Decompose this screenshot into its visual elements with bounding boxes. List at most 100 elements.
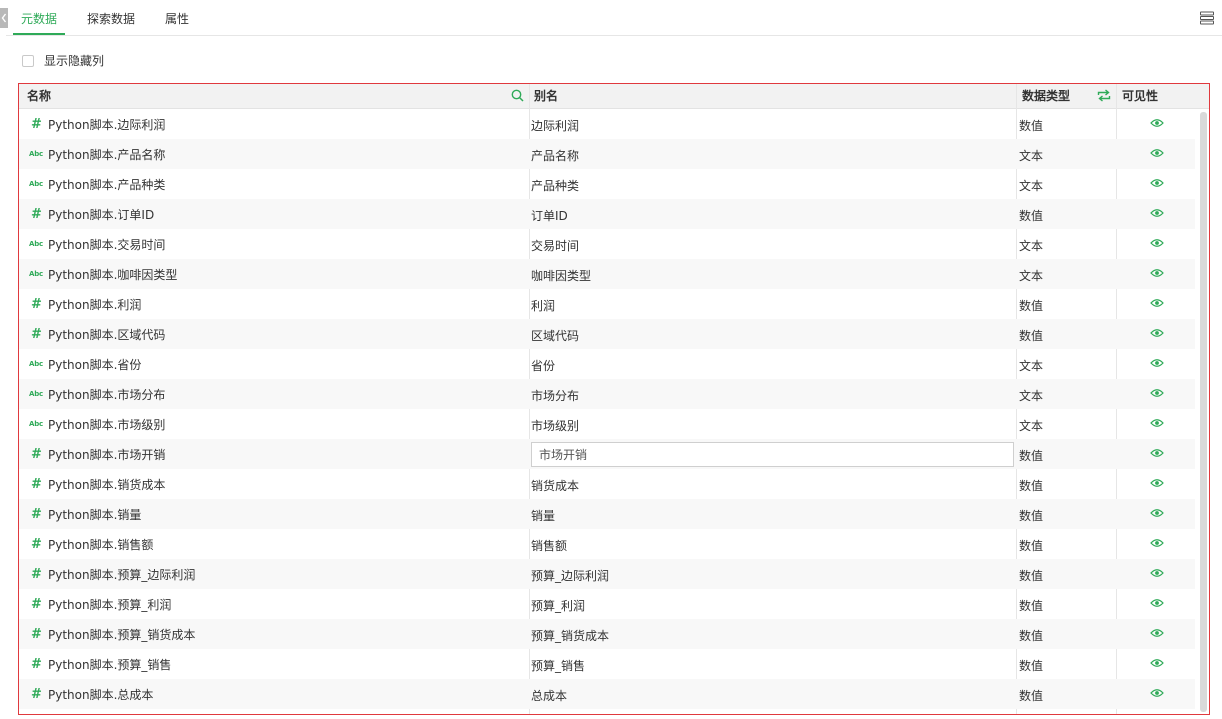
field-name-cell: # Python脚本.边际利润 — [29, 109, 165, 139]
table-row[interactable]: # Python脚本.总成本 总成本 数值 — [19, 679, 1195, 709]
eye-icon[interactable] — [1150, 297, 1164, 311]
list-menu-icon[interactable] — [1200, 11, 1214, 25]
table-row[interactable]: Abc Python脚本.交易时间 交易时间 文本 — [19, 229, 1195, 259]
data-type-cell[interactable]: 数值 — [1019, 327, 1043, 344]
data-type-cell[interactable]: 文本 — [1019, 267, 1043, 284]
table-row[interactable]: # Python脚本.预算_利润 预算_利润 数值 — [19, 589, 1195, 619]
alias-cell[interactable]: 利润 — [531, 297, 555, 314]
header-data-type: 数据类型 — [1022, 89, 1071, 103]
table-row[interactable]: Abc Python脚本.市场分布 市场分布 文本 — [19, 379, 1195, 409]
alias-input[interactable] — [531, 442, 1014, 467]
data-type-cell[interactable]: 文本 — [1019, 357, 1043, 374]
table-row[interactable]: Abc Python脚本.市场级别 市场级别 文本 — [19, 409, 1195, 439]
table-row[interactable]: # Python脚本.利润 利润 数值 — [19, 289, 1195, 319]
alias-cell[interactable]: 总成本 — [531, 687, 567, 704]
alias-cell[interactable]: 销售额 — [531, 537, 567, 554]
eye-icon[interactable] — [1150, 537, 1164, 551]
field-name: Python脚本.产品种类 — [48, 177, 166, 192]
alias-cell[interactable]: 预算_销售 — [531, 657, 585, 674]
data-type-cell[interactable]: 文本 — [1019, 387, 1043, 404]
data-type-cell[interactable]: 数值 — [1019, 117, 1043, 134]
table-row[interactable]: # Python脚本.预算_销售 预算_销售 数值 — [19, 649, 1195, 679]
eye-icon[interactable] — [1150, 267, 1164, 281]
eye-icon[interactable] — [1150, 627, 1164, 641]
number-type-icon: # — [31, 536, 42, 552]
data-type-cell[interactable]: 数值 — [1019, 507, 1043, 524]
tab-properties[interactable]: 属性 — [165, 10, 189, 35]
table-row[interactable]: # Python脚本.市场开销 数值 — [19, 439, 1195, 469]
data-type-cell[interactable]: 文本 — [1019, 177, 1043, 194]
eye-icon[interactable] — [1150, 447, 1164, 461]
data-type-cell[interactable]: 数值 — [1019, 687, 1043, 704]
eye-icon[interactable] — [1150, 507, 1164, 521]
eye-icon[interactable] — [1150, 477, 1164, 491]
table-row[interactable]: Abc Python脚本.产品名称 产品名称 文本 — [19, 139, 1195, 169]
table-row[interactable]: # Python脚本.预算_销货成本 预算_销货成本 数值 — [19, 619, 1195, 649]
table-row[interactable]: # Python脚本.销售额 销售额 数值 — [19, 529, 1195, 559]
alias-cell[interactable]: 区域代码 — [531, 327, 579, 344]
alias-cell[interactable]: 产品名称 — [531, 147, 579, 164]
eye-icon[interactable] — [1150, 387, 1164, 401]
data-type-cell[interactable]: 数值 — [1019, 477, 1043, 494]
eye-icon[interactable] — [1150, 237, 1164, 251]
table-row[interactable]: Abc Python脚本.省份 省份 文本 — [19, 349, 1195, 379]
eye-icon[interactable] — [1150, 417, 1164, 431]
text-type-icon: Abc — [29, 150, 43, 158]
table-row[interactable]: # Python脚本.销货成本 销货成本 数值 — [19, 469, 1195, 499]
eye-icon[interactable] — [1150, 687, 1164, 701]
table-row[interactable]: # Python脚本.区域代码 区域代码 数值 — [19, 319, 1195, 349]
eye-icon[interactable] — [1150, 327, 1164, 341]
field-name: Python脚本.预算_边际利润 — [48, 567, 196, 582]
alias-cell[interactable]: 咖啡因类型 — [531, 267, 591, 284]
table-header: 名称 别名 数据类型 可见性 — [19, 84, 1209, 109]
table-row[interactable]: # Python脚本.边际利润 边际利润 数值 — [19, 109, 1195, 139]
alias-cell[interactable]: 预算_销货成本 — [531, 627, 609, 644]
search-icon[interactable] — [511, 89, 524, 102]
table-row[interactable]: Abc Python脚本.咖啡因类型 咖啡因类型 文本 — [19, 259, 1195, 289]
eye-icon[interactable] — [1150, 177, 1164, 191]
eye-icon[interactable] — [1150, 657, 1164, 671]
alias-cell[interactable]: 销量 — [531, 507, 555, 524]
data-type-cell[interactable]: 文本 — [1019, 147, 1043, 164]
data-type-cell[interactable]: 文本 — [1019, 237, 1043, 254]
data-type-cell[interactable]: 文本 — [1019, 417, 1043, 434]
data-type-cell[interactable]: 数值 — [1019, 297, 1043, 314]
alias-cell[interactable]: 市场级别 — [531, 417, 579, 434]
data-type-cell[interactable]: 数值 — [1019, 567, 1043, 584]
table-row[interactable]: # Python脚本.销量 销量 数值 — [19, 499, 1195, 529]
alias-cell[interactable]: 产品种类 — [531, 177, 579, 194]
show-hidden-columns[interactable]: 显示隐藏列 — [22, 52, 104, 69]
table-row[interactable]: Abc Python脚本.产品种类 产品种类 文本 — [19, 169, 1195, 199]
alias-cell[interactable]: 边际利润 — [531, 117, 579, 134]
data-type-cell[interactable]: 数值 — [1019, 597, 1043, 614]
alias-cell[interactable]: 省份 — [531, 357, 555, 374]
tab-explore-data[interactable]: 探索数据 — [87, 10, 135, 35]
eye-icon[interactable] — [1150, 567, 1164, 581]
eye-icon[interactable] — [1150, 117, 1164, 131]
data-type-cell[interactable]: 数值 — [1019, 447, 1043, 464]
eye-icon[interactable] — [1150, 597, 1164, 611]
show-hidden-columns-checkbox[interactable] — [22, 54, 34, 67]
vertical-scrollbar[interactable] — [1200, 112, 1207, 712]
tab-metadata[interactable]: 元数据 — [13, 10, 66, 35]
table-row[interactable]: # Python脚本.预算_边际利润 预算_边际利润 数值 — [19, 559, 1195, 589]
alias-cell[interactable]: 订单ID — [531, 207, 568, 224]
swap-icon[interactable] — [1097, 89, 1111, 102]
alias-cell[interactable]: 市场分布 — [531, 387, 579, 404]
data-type-cell[interactable]: 数值 — [1019, 657, 1043, 674]
field-name: Python脚本.销货成本 — [48, 477, 166, 492]
table-row[interactable]: # Python脚本.订单ID 订单ID 数值 — [19, 199, 1195, 229]
data-type-cell[interactable]: 数值 — [1019, 537, 1043, 554]
alias-cell[interactable]: 预算_边际利润 — [531, 567, 609, 584]
eye-icon[interactable] — [1150, 357, 1164, 371]
eye-icon[interactable] — [1150, 147, 1164, 161]
data-type-cell[interactable]: 数值 — [1019, 627, 1043, 644]
eye-icon[interactable] — [1150, 207, 1164, 221]
field-name-cell: Abc Python脚本.交易时间 — [29, 229, 165, 259]
number-type-icon: # — [31, 476, 42, 492]
data-type-cell[interactable]: 数值 — [1019, 207, 1043, 224]
alias-cell[interactable]: 销货成本 — [531, 477, 579, 494]
alias-cell[interactable]: 交易时间 — [531, 237, 579, 254]
alias-cell[interactable]: 预算_利润 — [531, 597, 585, 614]
field-name: Python脚本.交易时间 — [48, 237, 166, 252]
